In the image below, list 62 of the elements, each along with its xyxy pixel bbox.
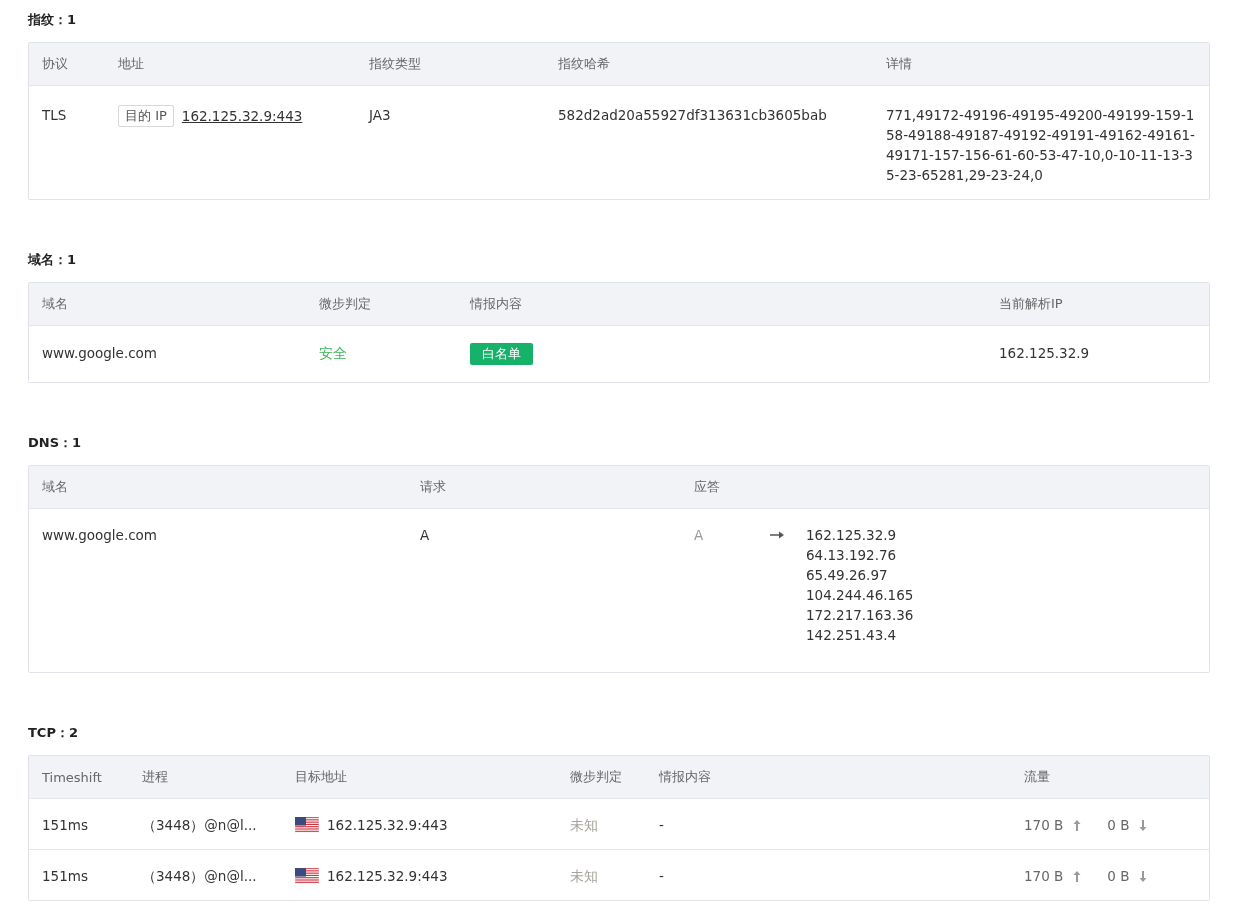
answer-ip: 162.125.32.9 (806, 526, 898, 545)
verdict-text: 安全 (319, 345, 347, 361)
down-arrow-icon (1139, 870, 1148, 882)
upload-size: 170 B (1024, 816, 1064, 835)
flag-icon (295, 817, 319, 833)
section-title: TCP：2 (28, 724, 79, 742)
table-cell-text: 162.125.32.9 (999, 344, 1091, 363)
table-cell-text: www.google.com (42, 526, 158, 545)
table-cell-text: TLS (42, 106, 68, 125)
answer-ip: 65.49.26.97 (806, 566, 889, 585)
column-header: 微步判定 (570, 768, 623, 786)
verdict-text: 未知 (570, 817, 598, 833)
table-cell-text: 582d2ad20a55927df313631cb3605bab (558, 106, 828, 125)
column-header: 应答 (694, 478, 721, 496)
table-cell-text: 151ms (42, 867, 89, 886)
column-header: 地址 (118, 55, 145, 73)
table-cell-text: - (659, 867, 665, 886)
column-header: 指纹哈希 (558, 55, 611, 73)
table-cell-text: 162.125.32.9:443 (327, 816, 448, 835)
answer-ip: 64.13.192.76 (806, 546, 898, 565)
column-header: 进程 (142, 768, 169, 786)
column-header: 目标地址 (295, 768, 348, 786)
section-title: 指纹：1 (28, 11, 78, 29)
flag-icon (295, 868, 319, 884)
column-header: 流量 (1024, 768, 1051, 786)
verdict-text: 未知 (570, 868, 598, 884)
column-header: 情报内容 (659, 768, 712, 786)
column-header: 微步判定 (319, 295, 372, 313)
up-arrow-icon (1073, 819, 1082, 831)
right-arrow-icon (770, 531, 784, 539)
whitelist-badge: 白名单 (470, 343, 533, 365)
answer-ip: 142.251.43.4 (806, 626, 898, 645)
table-cell-text: （3448）@n@l... (142, 816, 258, 835)
table-cell-text: - (659, 816, 665, 835)
table-cell-text: A (420, 526, 431, 545)
column-header: 域名 (42, 478, 69, 496)
table-cell-text: www.google.com (42, 344, 158, 363)
table-cell-text: 162.125.32.9:443 (327, 867, 448, 886)
upload-size: 170 B (1024, 867, 1064, 886)
section-title: 域名：1 (28, 251, 78, 269)
column-header: 域名 (42, 295, 69, 313)
table-cell-text: 771,49172-49196-49195-49200-49199-159-158-49188-49187-49192-49191-49162-49161-49171-157-156-61-60-53-47-10,0-10-11-13-35-23-65281,29-23-24,0 (886, 106, 1196, 185)
column-header: 指纹类型 (369, 55, 422, 73)
address-tag: 目的 IP (118, 105, 174, 127)
column-header: 详情 (886, 55, 913, 73)
download-size: 0 B (1107, 816, 1130, 835)
column-header: 请求 (420, 478, 447, 496)
down-arrow-icon (1139, 819, 1148, 831)
download-size: 0 B (1107, 867, 1130, 886)
column-header: 协议 (42, 55, 69, 73)
address-link[interactable]: 162.125.32.9:443 (181, 108, 303, 124)
column-header: 情报内容 (470, 295, 523, 313)
table-cell-text: JA3 (369, 106, 392, 125)
column-header: 当前解析IP (999, 295, 1064, 313)
answer-ip: 172.217.163.36 (806, 606, 914, 625)
table-cell-text: （3448）@n@l... (142, 867, 258, 886)
section-title: DNS：1 (28, 434, 83, 452)
up-arrow-icon (1073, 870, 1082, 882)
table-cell-text: 151ms (42, 816, 89, 835)
answer-ip: 104.244.46.165 (806, 586, 914, 605)
answer-type: A (694, 526, 705, 545)
column-header: Timeshift (42, 769, 103, 785)
